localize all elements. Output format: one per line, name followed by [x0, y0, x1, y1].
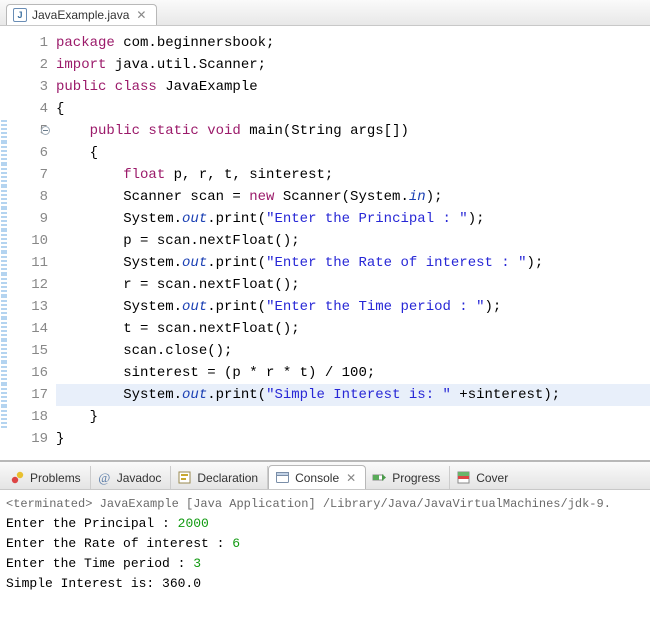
- console-line: Simple Interest is: 360.0: [6, 574, 644, 594]
- tab-progress[interactable]: Progress: [366, 466, 450, 489]
- line-number: 9: [10, 208, 48, 230]
- tab-label: Problems: [30, 471, 81, 485]
- fold-toggle-icon[interactable]: [41, 126, 50, 135]
- line-number: 19: [10, 428, 48, 450]
- code-line[interactable]: sinterest = (p * r * t) / 100;: [56, 362, 650, 384]
- bottom-tab-bar: Problems @ Javadoc Declaration Console ✕…: [0, 462, 650, 490]
- editor-pane: J JavaExample.java ✕ 1234567891011121314…: [0, 0, 650, 461]
- line-number: 7: [10, 164, 48, 186]
- progress-icon: [372, 470, 387, 485]
- console-user-input: 2000: [178, 516, 209, 531]
- line-number: 14: [10, 318, 48, 340]
- code-line[interactable]: public class JavaExample: [56, 76, 650, 98]
- code-line[interactable]: System.out.print("Enter the Time period …: [56, 296, 650, 318]
- line-number: 1: [10, 32, 48, 54]
- line-number: 3: [10, 76, 48, 98]
- tab-label: Javadoc: [117, 471, 162, 485]
- editor-tab-bar: J JavaExample.java ✕: [0, 0, 650, 26]
- change-marker: [1, 384, 7, 406]
- line-number: 11: [10, 252, 48, 274]
- code-line[interactable]: import java.util.Scanner;: [56, 54, 650, 76]
- code-line[interactable]: Scanner scan = new Scanner(System.in);: [56, 186, 650, 208]
- change-marker: [1, 120, 7, 142]
- console-output[interactable]: <terminated> JavaExample [Java Applicati…: [0, 490, 650, 598]
- line-number: 2: [10, 54, 48, 76]
- code-line[interactable]: System.out.print("Simple Interest is: " …: [56, 384, 650, 406]
- tab-javadoc[interactable]: @ Javadoc: [91, 466, 172, 489]
- change-marker: [1, 208, 7, 230]
- change-marker: [1, 186, 7, 208]
- code-editor[interactable]: 12345678910111213141516171819 package co…: [0, 26, 650, 460]
- change-marker: [0, 54, 10, 76]
- editor-tab-javaexample[interactable]: J JavaExample.java ✕: [6, 4, 157, 25]
- line-number: 17: [10, 384, 48, 406]
- code-line[interactable]: package com.beginnersbook;: [56, 32, 650, 54]
- code-line[interactable]: t = scan.nextFloat();: [56, 318, 650, 340]
- console-line: Enter the Time period : 3: [6, 554, 644, 574]
- tab-problems[interactable]: Problems: [4, 466, 91, 489]
- problems-icon: [10, 470, 25, 485]
- line-number: 6: [10, 142, 48, 164]
- console-user-input: 6: [232, 536, 240, 551]
- change-marker: [0, 98, 10, 120]
- bottom-pane: Problems @ Javadoc Declaration Console ✕…: [0, 461, 650, 598]
- tab-label: Progress: [392, 471, 440, 485]
- javadoc-icon: @: [97, 470, 112, 485]
- line-number: 15: [10, 340, 48, 362]
- line-number: 5: [10, 120, 48, 142]
- tab-label: Cover: [476, 471, 508, 485]
- java-file-icon: J: [13, 8, 27, 22]
- change-marker: [1, 340, 7, 362]
- change-marker: [0, 32, 10, 54]
- editor-tab-label: JavaExample.java: [32, 8, 129, 22]
- code-line[interactable]: }: [56, 428, 650, 450]
- change-marker: [1, 318, 7, 340]
- code-line[interactable]: r = scan.nextFloat();: [56, 274, 650, 296]
- console-user-input: 3: [193, 556, 201, 571]
- line-number: 18: [10, 406, 48, 428]
- line-number: 16: [10, 362, 48, 384]
- line-number: 10: [10, 230, 48, 252]
- code-line[interactable]: p = scan.nextFloat();: [56, 230, 650, 252]
- change-marker: [1, 252, 7, 274]
- change-marker: [0, 76, 10, 98]
- console-line: Enter the Principal : 2000: [6, 514, 644, 534]
- tab-coverage[interactable]: Cover: [450, 466, 517, 489]
- code-line[interactable]: public static void main(String args[]): [56, 120, 650, 142]
- change-marker: [0, 428, 10, 450]
- tab-console[interactable]: Console ✕: [268, 465, 366, 490]
- console-line: Enter the Rate of interest : 6: [6, 534, 644, 554]
- code-line[interactable]: System.out.print("Enter the Principal : …: [56, 208, 650, 230]
- change-marker: [1, 142, 7, 164]
- declaration-icon: [177, 470, 192, 485]
- line-number: 8: [10, 186, 48, 208]
- change-marker: [1, 230, 7, 252]
- line-number-gutter: 12345678910111213141516171819: [10, 32, 56, 450]
- code-line[interactable]: }: [56, 406, 650, 428]
- tab-label: Declaration: [197, 471, 258, 485]
- console-status-line: <terminated> JavaExample [Java Applicati…: [6, 494, 644, 514]
- change-marker: [1, 406, 7, 428]
- code-line[interactable]: float p, r, t, sinterest;: [56, 164, 650, 186]
- change-marker: [1, 296, 7, 318]
- change-marker: [1, 164, 7, 186]
- tab-label: Console: [295, 471, 339, 485]
- code-line[interactable]: {: [56, 142, 650, 164]
- code-line[interactable]: System.out.print("Enter the Rate of inte…: [56, 252, 650, 274]
- coverage-icon: [456, 470, 471, 485]
- code-text[interactable]: package com.beginnersbook;import java.ut…: [56, 32, 650, 450]
- tab-declaration[interactable]: Declaration: [171, 466, 268, 489]
- close-icon[interactable]: ✕: [346, 471, 356, 485]
- change-marker: [1, 274, 7, 296]
- code-line[interactable]: {: [56, 98, 650, 120]
- change-marker: [1, 362, 7, 384]
- console-icon: [275, 470, 290, 485]
- close-icon[interactable]: ✕: [136, 8, 146, 22]
- line-number: 13: [10, 296, 48, 318]
- code-line[interactable]: scan.close();: [56, 340, 650, 362]
- line-number: 4: [10, 98, 48, 120]
- line-number: 12: [10, 274, 48, 296]
